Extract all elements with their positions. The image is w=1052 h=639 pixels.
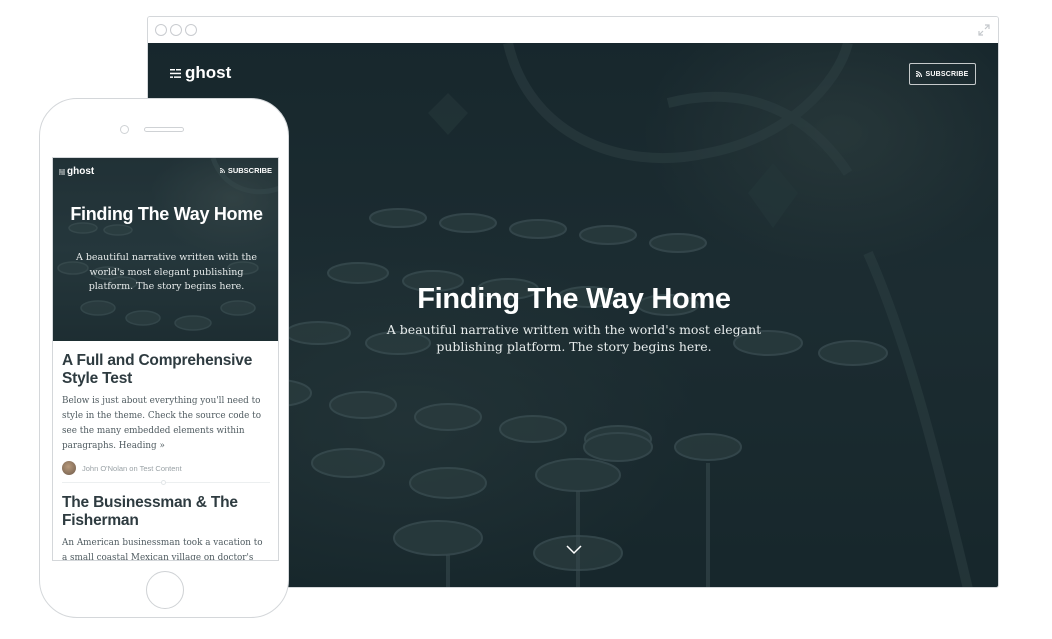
logo-text: ghost (185, 63, 232, 82)
mobile-hero-title: Finding The Way Home (70, 204, 263, 224)
subscribe-label: SUBSCRIBE (925, 70, 969, 78)
window-close-dot[interactable] (155, 24, 167, 36)
post-meta: John O'Nolan on Test Content (62, 461, 270, 475)
post-excerpt: Below is just about everything you'll ne… (62, 396, 262, 451)
mobile-hero-description: A beautiful narrative written with the w… (75, 252, 258, 292)
window-maximize-dot[interactable] (185, 24, 197, 36)
post-excerpt: An American businessman took a vacation … (62, 538, 263, 561)
post-item: The Businessman & The Fisherman An Ameri… (62, 494, 270, 561)
hero-description: A beautiful narrative written with the w… (386, 322, 762, 354)
rss-icon (916, 71, 923, 77)
phone-camera (120, 125, 129, 134)
mobile-hero: ghost SUBSCRIBE Finding The Way Home A b… (53, 158, 278, 341)
mobile-logo-text: ghost (67, 166, 95, 177)
post-divider (62, 482, 270, 483)
post-title[interactable]: A Full and Comprehensive Style Test (62, 352, 270, 388)
scroll-down-chevron-icon[interactable] (566, 545, 582, 555)
subscribe-button[interactable]: SUBSCRIBE (909, 63, 976, 85)
post-item: A Full and Comprehensive Style Test Belo… (62, 352, 270, 475)
author-avatar[interactable] (62, 461, 76, 475)
divider-dot (161, 480, 166, 485)
ghost-logo-icon (170, 68, 181, 78)
mobile-rss-icon (219, 168, 225, 173)
mobile-hero-overlay (53, 158, 278, 341)
mobile-subscribe-button[interactable]: SUBSCRIBE (219, 166, 272, 175)
post-title[interactable]: The Businessman & The Fisherman (62, 494, 270, 530)
phone-speaker (144, 127, 184, 132)
browser-toolbar (148, 17, 998, 43)
phone-frame: ghost SUBSCRIBE Finding The Way Home A b… (39, 98, 289, 618)
ghost-logo[interactable]: ghost (170, 63, 231, 83)
post-author-tag[interactable]: John O'Nolan on Test Content (82, 464, 182, 473)
window-minimize-dot[interactable] (170, 24, 182, 36)
mobile-ghost-logo[interactable]: ghost (59, 166, 94, 177)
expand-icon[interactable] (978, 24, 990, 36)
phone-home-button[interactable] (146, 571, 184, 609)
mobile-subscribe-label: SUBSCRIBE (227, 166, 272, 175)
phone-screen: ghost SUBSCRIBE Finding The Way Home A b… (52, 157, 279, 561)
mobile-ghost-logo-icon (59, 169, 65, 174)
